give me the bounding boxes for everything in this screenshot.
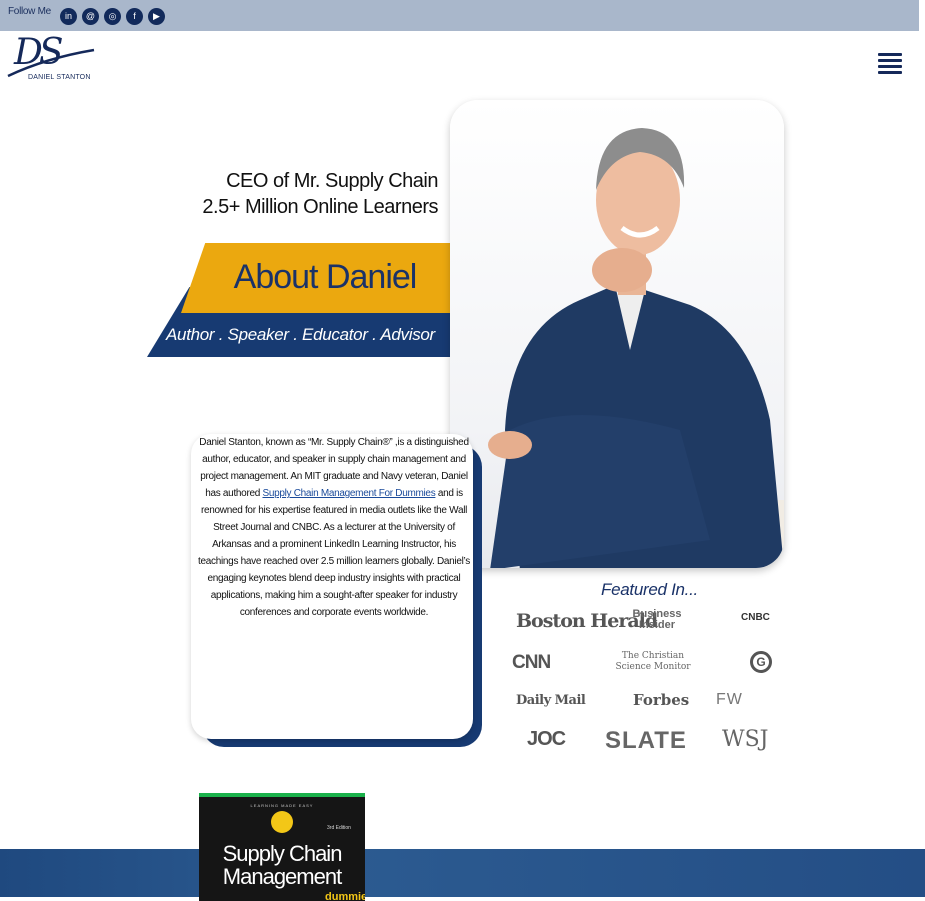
book-series-tag: LEARNING MADE EASY (250, 803, 314, 808)
slate-logo: SLATE (605, 727, 687, 754)
hamburger-menu-icon[interactable] (878, 53, 902, 75)
footer-band (0, 849, 925, 897)
christian-science-monitor-logo: The Christian Science Monitor (615, 651, 691, 672)
threads-icon[interactable]: @ (82, 8, 99, 25)
facebook-icon[interactable]: f (126, 8, 143, 25)
book-cover[interactable]: LEARNING MADE EASY 3rd Edition Supply Ch… (199, 793, 365, 901)
linkedin-icon[interactable]: in (60, 8, 77, 25)
joc-logo: JOC (527, 728, 566, 750)
logo-monogram: DS (14, 32, 63, 73)
business-insider-logo: Business Insider (632, 608, 682, 631)
site-logo[interactable]: DS DANIEL STANTON (6, 32, 98, 84)
bio-text: Daniel Stanton, known as “Mr. Supply Cha… (198, 434, 470, 621)
headline-line-1: CEO of Mr. Supply Chain (226, 170, 438, 192)
instagram-icon[interactable]: ◎ (104, 8, 121, 25)
bio-rest: and is renowned for his expertise featur… (198, 488, 470, 618)
book-title: Supply Chain Management (222, 841, 343, 889)
wsj-logo: WSJ (722, 727, 769, 752)
portrait-photo (450, 100, 784, 568)
tagline: Author . Speaker . Educator . Advisor (166, 325, 435, 344)
guardian-logo: G (750, 651, 772, 673)
about-title: About Daniel (233, 258, 418, 296)
logo-name: DANIEL STANTON (28, 74, 91, 81)
top-bar: Follow Me in @ ◎ f ▶ (0, 0, 919, 31)
cnn-logo: CNN (512, 652, 551, 673)
follow-me-label: Follow Me (8, 6, 51, 17)
fw-logo: FW (716, 691, 743, 708)
hero-headline: CEO of Mr. Supply Chain 2.5+ Million Onl… (202, 168, 438, 220)
book-brand: dummies (325, 891, 365, 901)
forbes-logo: Forbes (633, 691, 690, 709)
dummies-face-icon (271, 811, 293, 833)
daily-mail-logo: Daily Mail (516, 693, 586, 708)
cnbc-logo: CNBC (741, 612, 770, 623)
featured-title: Featured In... (601, 580, 698, 599)
book-edition: 3rd Edition (327, 825, 351, 831)
book-link[interactable]: Supply Chain Management For Dummies (262, 488, 435, 499)
youtube-icon[interactable]: ▶ (148, 8, 165, 25)
headline-line-2: 2.5+ Million Online Learners (202, 196, 438, 218)
